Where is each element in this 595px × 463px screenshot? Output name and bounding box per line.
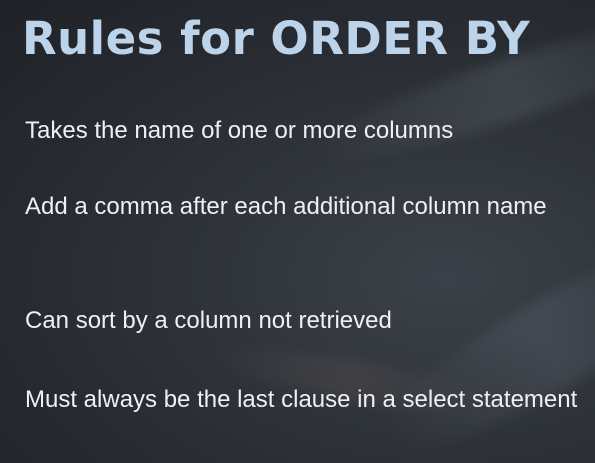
bullet-item: Can sort by a column not retrieved xyxy=(25,307,392,334)
bullet-item: Takes the name of one or more columns xyxy=(25,117,454,144)
presentation-slide: Rules for ORDER BY Takes the name of one… xyxy=(0,0,595,463)
slide-title: Rules for ORDER BY xyxy=(22,12,531,65)
bullet-item: Must always be the last clause in a sele… xyxy=(25,386,578,413)
bullet-item: Add a comma after each additional column… xyxy=(25,193,547,220)
background-streak xyxy=(362,211,595,463)
